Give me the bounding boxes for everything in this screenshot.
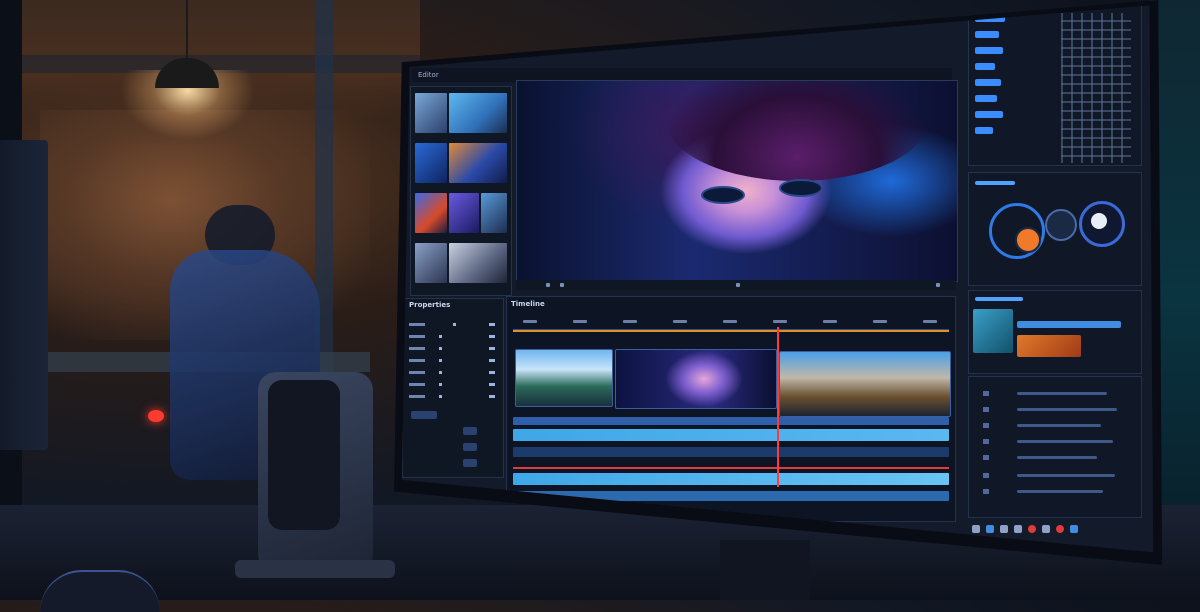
metadata-panel — [968, 376, 1142, 518]
record-icon[interactable] — [1028, 525, 1036, 533]
record-icon[interactable] — [1056, 525, 1064, 533]
marker-icon[interactable] — [736, 283, 740, 287]
project-list-panel[interactable] — [968, 5, 1142, 166]
tool-icon[interactable] — [1014, 525, 1022, 533]
video-clip-1[interactable] — [515, 349, 613, 407]
viewer-eye-left — [701, 186, 745, 204]
viewer-transport-bar[interactable] — [516, 280, 956, 290]
audio-level-line — [513, 467, 949, 469]
scopes-grid — [1061, 13, 1131, 163]
inspector-field[interactable] — [463, 427, 477, 435]
inspector-title: Properties — [409, 301, 451, 309]
layout-icon[interactable] — [986, 525, 994, 533]
clip-thumb-2[interactable] — [1017, 335, 1081, 357]
red-indicator-light — [148, 410, 164, 422]
viewer-eye-right — [779, 179, 823, 197]
clip-thumb-1[interactable] — [973, 309, 1013, 353]
side-monitor — [0, 140, 48, 450]
bin-clip-1[interactable] — [415, 93, 507, 133]
inspector-field[interactable] — [463, 459, 477, 467]
stop-icon[interactable] — [560, 283, 564, 287]
speaker-base — [235, 560, 395, 578]
bin-clip-3[interactable] — [415, 193, 507, 233]
play-icon[interactable] — [546, 283, 550, 287]
program-viewer[interactable] — [516, 80, 958, 282]
color-wheel-icon[interactable] — [1045, 209, 1077, 241]
color-wheels-panel[interactable] — [968, 172, 1142, 286]
bin-clip-4[interactable] — [415, 243, 507, 283]
timeline-title: Timeline — [511, 300, 545, 308]
status-icons-row[interactable] — [968, 522, 1140, 536]
bin-clip-2[interactable] — [415, 143, 507, 183]
settings-icon[interactable] — [972, 525, 980, 533]
video-clip-2[interactable] — [615, 349, 777, 409]
timeline-panel[interactable]: Timeline — [506, 296, 956, 522]
timeline-ruler[interactable] — [513, 319, 949, 330]
panel-label-bar — [975, 297, 1023, 301]
pendant-cord — [186, 0, 188, 58]
share-icon[interactable] — [1070, 525, 1078, 533]
clip-info-panel — [968, 290, 1142, 374]
inspector-field[interactable] — [463, 443, 477, 451]
export-icon[interactable] — [1042, 525, 1050, 533]
video-track-strip[interactable] — [513, 417, 949, 425]
color-wheel-puck[interactable] — [1015, 227, 1041, 253]
audio-track-3[interactable] — [513, 473, 949, 485]
fullscreen-icon[interactable] — [936, 283, 940, 287]
speaker-face — [268, 380, 340, 530]
inspector-toggle[interactable] — [411, 411, 437, 419]
video-clip-3[interactable] — [779, 351, 951, 417]
grid-icon[interactable] — [1000, 525, 1008, 533]
media-bin[interactable] — [410, 86, 512, 296]
titlebar-label: Editor — [418, 71, 439, 79]
editor-screen: Editor Properties Timeline — [402, 5, 1154, 553]
play-icon[interactable] — [1091, 213, 1107, 229]
in-out-range — [513, 330, 949, 332]
audio-track-2[interactable] — [513, 447, 949, 457]
panel-label-bar — [975, 181, 1015, 185]
monitor-stand — [720, 540, 810, 600]
inspector-panel[interactable]: Properties — [402, 298, 504, 478]
playhead[interactable] — [777, 327, 779, 487]
info-slider[interactable] — [1017, 321, 1121, 328]
audio-track-1[interactable] — [513, 429, 949, 441]
